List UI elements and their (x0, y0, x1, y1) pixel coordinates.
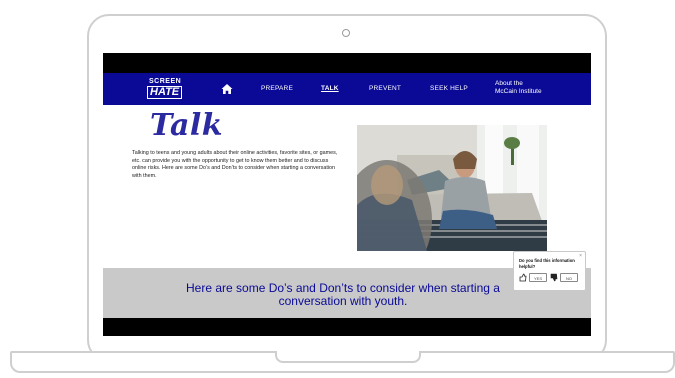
nav-about-line1: About the (495, 80, 523, 87)
thumbs-up-icon[interactable] (519, 273, 527, 282)
nav-item-talk[interactable]: TALK (321, 85, 339, 92)
bottom-black-bar (103, 318, 591, 336)
browser-screen: SCREEN HATE PREPARE TALK PREVENT SEEK HE… (103, 53, 591, 336)
yes-button[interactable]: YES (529, 273, 547, 282)
nav-item-seek-help[interactable]: SEEK HELP (430, 85, 468, 92)
logo-text-bottom: HATE (147, 86, 183, 99)
intro-paragraph: Talking to teens and young adults about … (132, 150, 338, 179)
main-content: Talk Talking to teens and young adults a… (103, 105, 591, 268)
feedback-question: Do you find this information helpful? (519, 258, 575, 269)
webcam-icon (342, 29, 350, 37)
feedback-widget: × Do you find this information helpful? … (513, 251, 586, 291)
nav-item-prepare[interactable]: PREPARE (261, 85, 293, 92)
screen-hate-logo[interactable]: SCREEN HATE (147, 77, 187, 101)
laptop-notch (275, 351, 421, 363)
banner-heading: Here are some Do’s and Don’ts to conside… (186, 281, 500, 308)
nav-about-line2: McCain Institute (495, 88, 542, 95)
no-button[interactable]: NO (560, 273, 578, 282)
thumbs-down-icon[interactable] (550, 273, 558, 282)
nav-item-prevent[interactable]: PREVENT (369, 85, 401, 92)
logo-text-top: SCREEN (149, 78, 182, 85)
close-icon[interactable]: × (579, 253, 582, 259)
conversation-photo (357, 125, 547, 251)
nav-item-about[interactable]: About the McCain Institute (495, 80, 565, 96)
home-icon[interactable] (221, 83, 233, 95)
page-title: Talk (150, 108, 224, 143)
top-black-bar (103, 53, 591, 73)
main-navigation: SCREEN HATE PREPARE TALK PREVENT SEEK HE… (103, 73, 591, 105)
